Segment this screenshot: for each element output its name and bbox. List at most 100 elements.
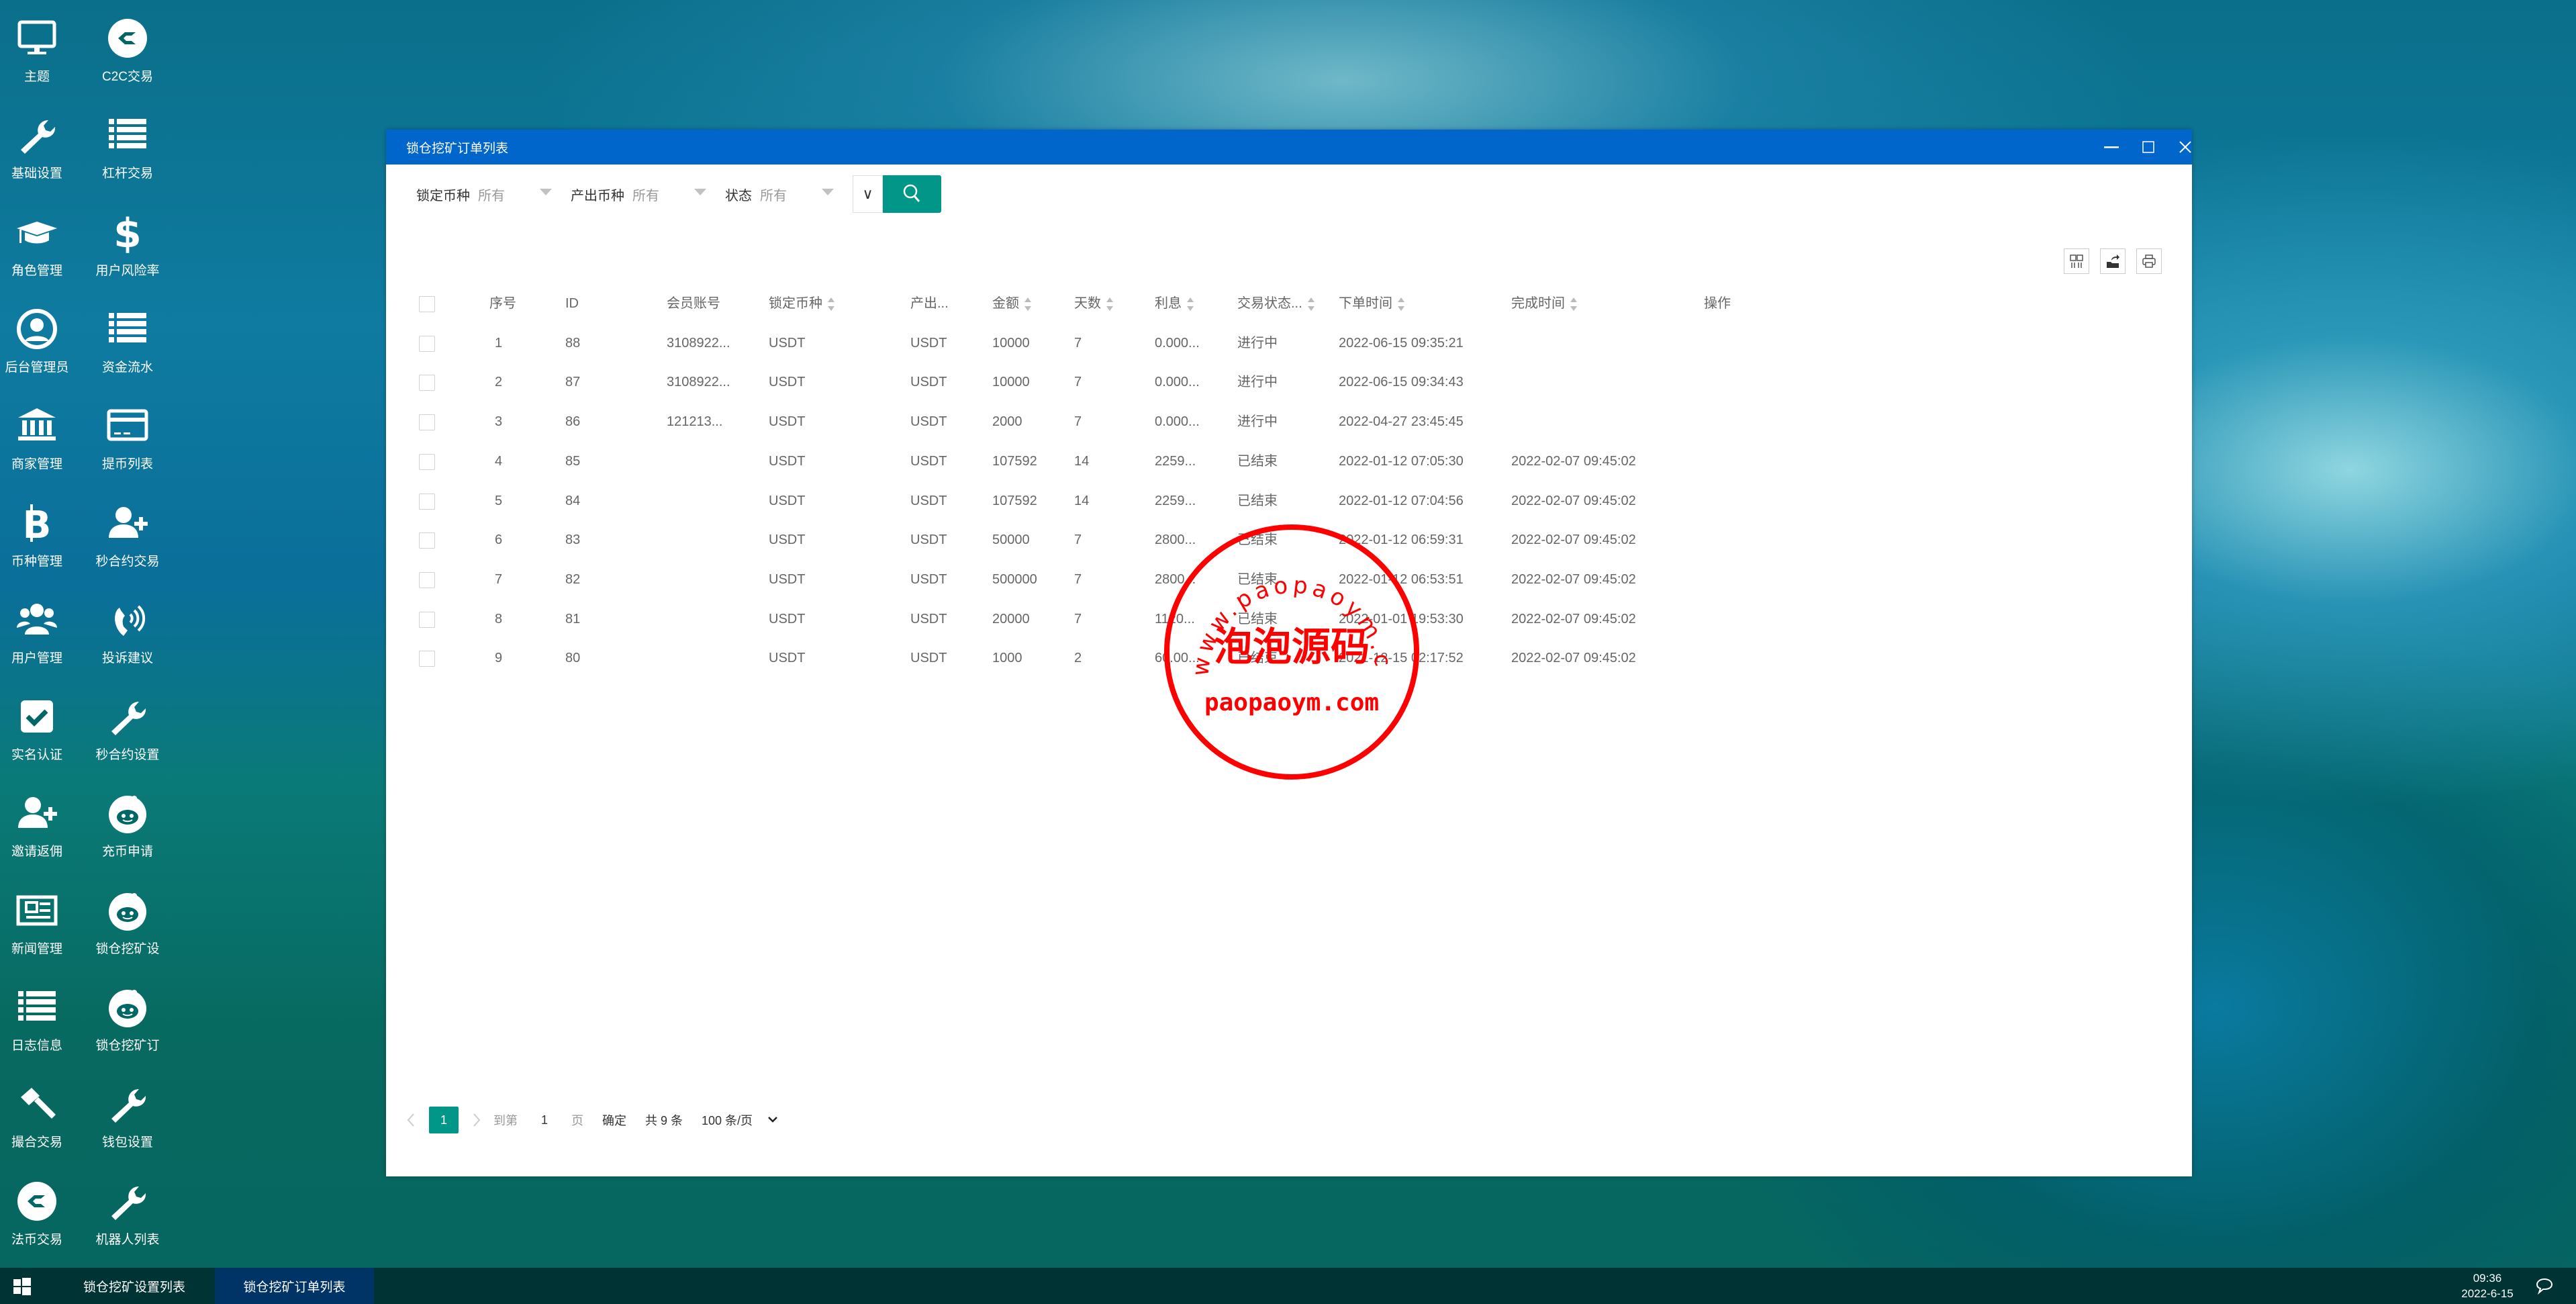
table-cell: USDT [910,414,947,430]
desktop-icon[interactable]: 后台管理员 [0,308,87,375]
row-checkbox[interactable] [419,571,435,588]
desktop-icon[interactable]: 秒合约交易 [77,502,178,569]
total-count: 共 9 条 [645,1114,683,1127]
close-button[interactable] [2165,130,2205,165]
column-header[interactable]: 金额 [992,284,1031,323]
column-header: 操作 [1704,284,1731,323]
column-header[interactable]: 天数 [1074,284,1113,323]
sort-icon[interactable] [1307,297,1315,311]
desktop-icon[interactable]: 法币交易 [0,1180,87,1248]
desktop-icon[interactable]: 实名认证 [0,695,87,763]
desktop-icon[interactable]: $ 用户风险率 [77,211,178,279]
table-cell: 10000 [992,375,1030,390]
filter-label-lock-coin: 锁定币种 [416,188,470,203]
row-checkbox[interactable] [419,375,435,391]
expand-filters-button[interactable]: ∨ [853,175,883,213]
table-cell: USDT [910,532,947,548]
desktop-icon[interactable]: 投诉建议 [77,598,178,666]
desktop-icon[interactable]: 提币列表 [77,404,178,472]
desktop-icon[interactable]: 杠杆交易 [77,113,178,181]
table-cell: 88 [565,335,581,351]
windows-start-icon[interactable] [13,1278,31,1295]
desktop-icon-label: 秒合约设置 [95,748,160,763]
desktop-icon[interactable]: 充币申请 [77,792,178,859]
desktop-icon[interactable]: C2C交易 [77,17,178,85]
prev-page-icon[interactable] [406,1113,416,1127]
notification-icon[interactable] [2535,1277,2554,1295]
columns-button[interactable] [2064,248,2089,274]
window-titlebar[interactable]: 锁仓挖矿订单列表 [386,130,2192,165]
table-cell: 2022-02-07 09:45:02 [1511,453,1636,469]
page-size-select[interactable]: 100 条/页 [702,1111,753,1129]
sort-icon[interactable] [828,297,834,311]
row-checkbox[interactable] [419,453,435,470]
taskbar-tab-settings-list[interactable]: 锁仓挖矿设置列表 [57,1268,211,1304]
column-header[interactable]: 利息 [1155,284,1194,323]
table-cell: 82 [565,571,581,587]
sort-icon[interactable] [1106,297,1113,311]
desktop-icon[interactable]: 锁仓挖矿订 [77,986,178,1054]
status-select[interactable]: 所有 [760,185,834,204]
desktop-icon[interactable]: 机器人列表 [77,1180,178,1248]
minimize-button[interactable] [2091,130,2132,165]
watermark-stamp: www.paopaoym.com 泡泡源码 paopaoym.com [1161,522,1419,780]
desktop-icon[interactable]: 秒合约设置 [77,695,178,763]
table-row: 1 88 3108922... USDT USDT 10000 7 0.000... 进行中 20… [386,324,2192,363]
search-button[interactable] [883,175,941,213]
clock[interactable]: 09:36 2022-6-15 [2457,1270,2518,1301]
maximize-button[interactable] [2128,130,2168,165]
exchange-logo-icon [17,1181,56,1221]
output-coin-select[interactable]: 所有 [632,185,706,204]
sort-icon[interactable] [1570,297,1577,311]
column-header-label: 锁定币种 [769,296,822,311]
column-header[interactable]: 下单时间 [1339,284,1404,323]
desktop-icon[interactable]: 日志信息 [0,986,87,1054]
reddit-icon [109,892,146,931]
reddit-icon [109,796,146,834]
row-checkbox[interactable] [419,651,435,667]
goto-confirm-button[interactable]: 确定 [602,1111,626,1129]
taskbar-tab-order-list[interactable]: 锁仓挖矿订单列表 [215,1268,374,1304]
desktop-icon[interactable]: 邀请返佣 [0,792,87,859]
next-page-icon[interactable] [472,1113,481,1127]
sort-icon[interactable] [1024,297,1031,311]
row-checkbox[interactable] [419,296,435,312]
sort-icon[interactable] [1398,297,1404,311]
table-cell: USDT [769,335,806,351]
table-cell: 8 [495,611,503,626]
row-checkbox[interactable] [419,335,435,352]
desktop-icon[interactable]: 用户管理 [0,598,87,666]
export-button[interactable] [2100,248,2126,274]
sort-icon[interactable] [1187,297,1194,311]
chevron-down-icon[interactable] [767,1116,778,1124]
row-checkbox[interactable] [419,414,435,431]
desktop-icon[interactable]: 钱包设置 [77,1082,178,1150]
desktop-icon[interactable]: 新闻管理 [0,889,87,957]
column-header[interactable]: 交易状态... [1237,284,1315,323]
desktop-icon[interactable]: 商家管理 [0,404,87,472]
goto-page-input[interactable]: 1 [526,1113,563,1127]
table-cell: 2022-06-15 09:34:43 [1339,375,1464,390]
column-header-label: 产出... [910,296,949,311]
column-header[interactable]: 锁定币种 [769,284,834,323]
desktop-icon[interactable]: 资金流水 [77,308,178,375]
lock-coin-select[interactable]: 所有 [478,185,552,204]
table-cell: 7 [1074,414,1082,430]
desktop-icon[interactable]: 主题 [0,17,87,85]
print-button[interactable] [2136,248,2162,274]
row-checkbox[interactable] [419,493,435,510]
row-checkbox[interactable] [419,532,435,549]
desktop-icon[interactable]: B 币种管理 [0,502,87,569]
page-1-button[interactable]: 1 [429,1107,459,1133]
filter-label-output-coin: 产出币种 [571,188,624,203]
desktop-icon[interactable]: 角色管理 [0,211,87,279]
column-header[interactable]: 完成时间 [1511,284,1577,323]
row-checkbox[interactable] [419,611,435,628]
desktop-icon[interactable]: 撮合交易 [0,1082,87,1150]
list-icon [109,119,146,149]
table-cell: 进行中 [1237,335,1278,351]
desktop-icon[interactable]: 基础设置 [0,113,87,181]
desktop-icon[interactable]: 锁仓挖矿设 [77,889,178,957]
table-cell: 9 [495,651,503,666]
table-cell: USDT [769,532,806,548]
